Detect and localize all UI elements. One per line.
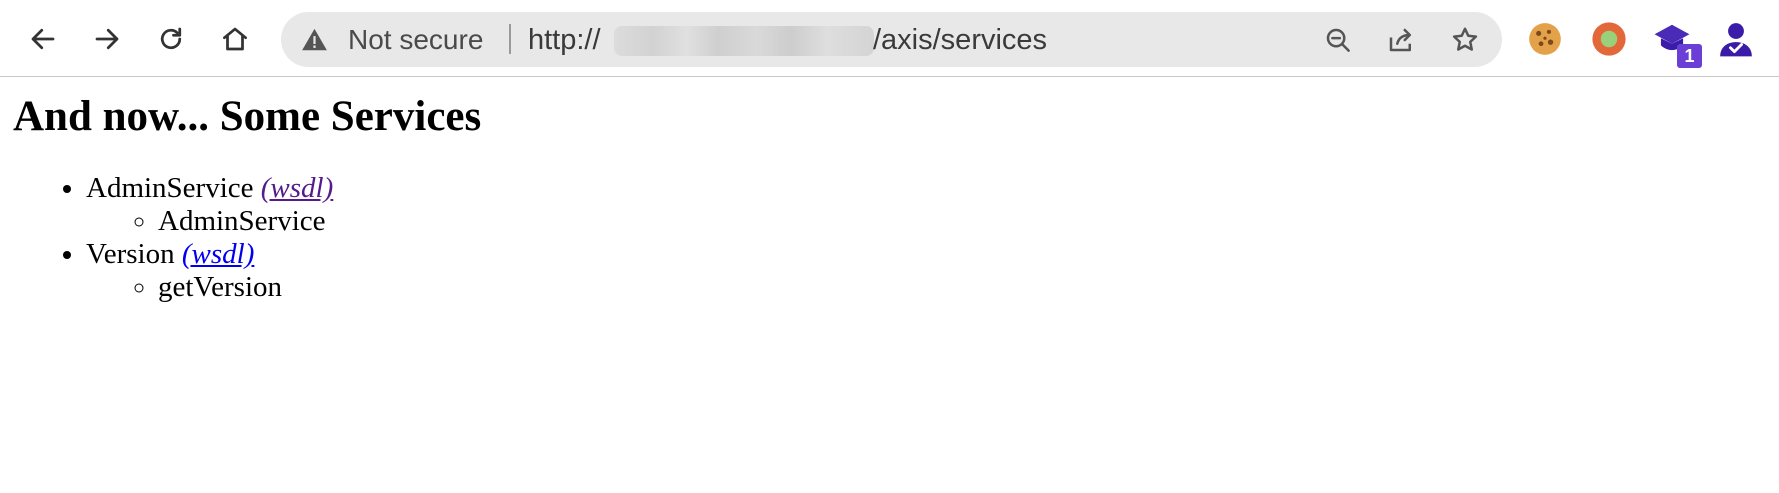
service-item-adminservice: AdminService (wsdl) AdminService — [86, 172, 333, 238]
wsdl-link-version[interactable]: (wsdl) — [182, 238, 255, 270]
operation-item: getVersion — [158, 271, 333, 304]
reload-icon — [160, 27, 182, 50]
redacted-host — [614, 26, 874, 56]
warning-triangle-icon[interactable] — [301, 26, 328, 53]
service-name: Version — [86, 238, 175, 270]
extension-badge: 1 — [1677, 44, 1702, 68]
reload-button[interactable] — [150, 18, 192, 60]
url-scheme[interactable]: http:// — [528, 25, 601, 55]
back-button[interactable] — [22, 18, 64, 60]
forward-button[interactable] — [86, 18, 128, 60]
url-path[interactable]: /axis/services — [873, 25, 1047, 55]
wsdl-link-adminservice[interactable]: (wsdl) — [261, 172, 334, 204]
profile-avatar-icon[interactable] — [1717, 20, 1755, 58]
share-icon[interactable] — [1386, 25, 1416, 55]
browser-toolbar: Not secure http:// /axis/services 1 — [0, 0, 1779, 77]
operations-list: getVersion — [86, 271, 333, 304]
service-item-version: Version (wsdl) getVersion — [86, 238, 333, 304]
cookie-extension-icon[interactable] — [1526, 20, 1564, 58]
zoom-out-icon[interactable] — [1323, 25, 1353, 55]
address-divider — [509, 24, 511, 54]
orange-circle-extension-icon[interactable] — [1590, 20, 1628, 58]
security-status-label[interactable]: Not secure — [348, 25, 483, 55]
page-heading: And now... Some Services — [13, 93, 482, 140]
operations-list: AdminService — [86, 205, 333, 238]
home-button[interactable] — [214, 18, 256, 60]
service-name: AdminService — [86, 172, 254, 204]
arrow-right-icon — [95, 28, 119, 50]
arrow-left-icon — [31, 28, 55, 50]
home-icon — [223, 27, 247, 51]
star-icon[interactable] — [1450, 25, 1480, 55]
operation-item: AdminService — [158, 205, 333, 238]
address-bar[interactable]: Not secure http:// /axis/services — [281, 12, 1502, 67]
services-list: AdminService (wsdl) AdminService Version… — [0, 172, 333, 304]
